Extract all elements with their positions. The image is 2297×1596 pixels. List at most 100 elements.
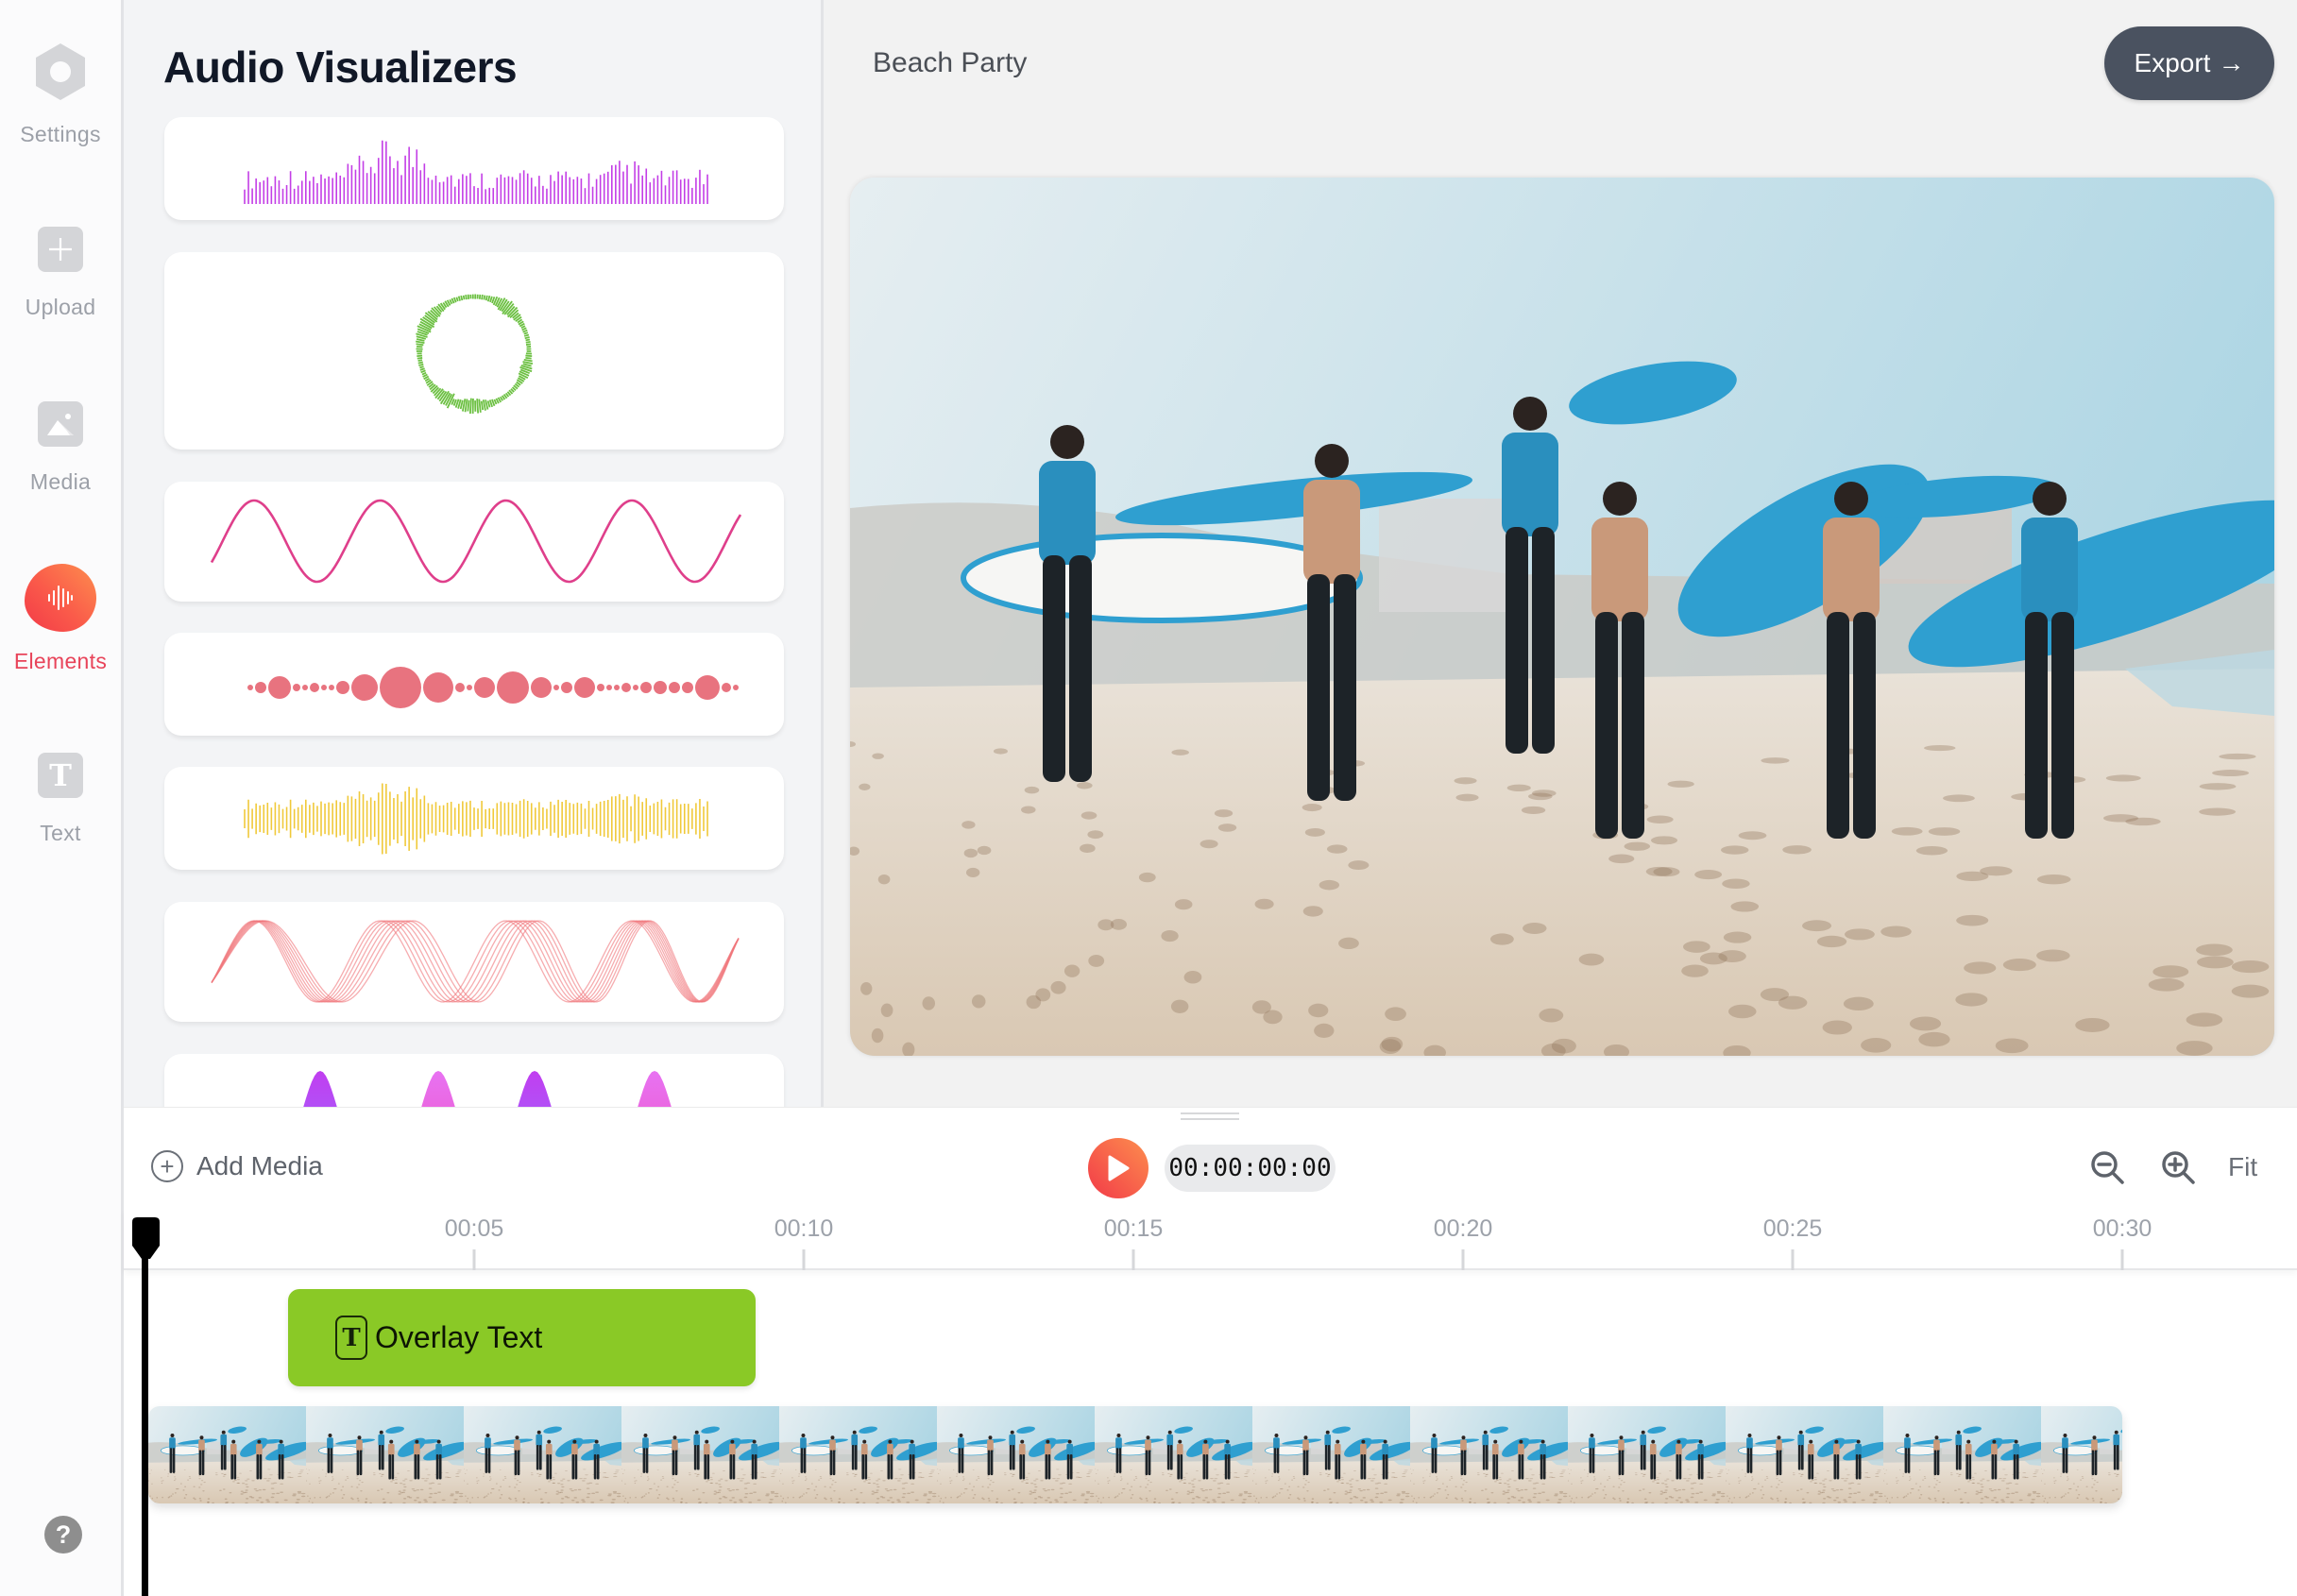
footprint bbox=[2049, 1497, 2050, 1499]
footprint bbox=[853, 1488, 857, 1490]
footprint bbox=[1253, 1473, 1255, 1474]
footprint bbox=[2036, 874, 2071, 885]
footprint bbox=[1268, 1469, 1270, 1470]
clip-frame bbox=[1883, 1406, 2041, 1503]
footprint bbox=[1993, 1489, 1998, 1491]
person-leg bbox=[435, 1453, 439, 1480]
footprint bbox=[902, 1492, 907, 1495]
footprint bbox=[365, 1498, 368, 1500]
footprint bbox=[1715, 1498, 1720, 1501]
surfboard bbox=[317, 1445, 364, 1456]
footprint bbox=[2056, 1469, 2059, 1470]
footprint bbox=[595, 1483, 600, 1485]
nav-item-settings[interactable]: Settings bbox=[0, 42, 121, 147]
pulse-dot bbox=[606, 685, 612, 690]
footprint bbox=[624, 1497, 627, 1500]
footprint bbox=[560, 1484, 564, 1486]
footprint bbox=[988, 1500, 991, 1502]
help-icon[interactable]: ? bbox=[44, 1516, 82, 1554]
building bbox=[1379, 499, 1521, 612]
footprint bbox=[1281, 1487, 1284, 1490]
video-clip[interactable] bbox=[148, 1406, 2122, 1503]
footprint bbox=[1243, 1490, 1249, 1493]
footprint bbox=[886, 1489, 890, 1492]
playhead[interactable] bbox=[142, 1228, 148, 1596]
nav-item-text[interactable]: T Text bbox=[0, 753, 121, 846]
footprint bbox=[1551, 1038, 1576, 1054]
footprint bbox=[961, 821, 976, 829]
person-head bbox=[389, 1439, 394, 1444]
footprint bbox=[1340, 1482, 1344, 1484]
playhead-handle[interactable] bbox=[132, 1217, 160, 1263]
footprint bbox=[1251, 1000, 1271, 1014]
visualizer-card-mirrored-bars[interactable] bbox=[164, 767, 784, 870]
footprint bbox=[1293, 1477, 1296, 1479]
visualizer-card-dot-pulse[interactable] bbox=[164, 633, 784, 736]
footprint bbox=[709, 1476, 713, 1478]
footprint bbox=[1979, 1491, 1983, 1494]
footprint bbox=[1033, 1484, 1037, 1486]
zoom-out-button[interactable] bbox=[2089, 1149, 2127, 1187]
export-button[interactable]: Export → bbox=[2104, 26, 2274, 100]
footprint bbox=[2053, 1482, 2056, 1485]
footprint bbox=[1924, 1477, 1927, 1479]
footprint bbox=[977, 1476, 979, 1478]
overlay-text-clip[interactable]: T Overlay Text bbox=[288, 1289, 756, 1386]
person-head bbox=[1834, 482, 1868, 516]
person-leg bbox=[2116, 1444, 2119, 1470]
footprint bbox=[1533, 1492, 1538, 1495]
footprint bbox=[926, 1502, 930, 1503]
resize-handle[interactable] bbox=[1181, 1112, 1239, 1120]
radial-bar bbox=[489, 296, 493, 303]
zoom-in-button[interactable] bbox=[2160, 1149, 2198, 1187]
footprint bbox=[1465, 1482, 1468, 1484]
footprint bbox=[2060, 1473, 2063, 1475]
project-title[interactable]: Beach Party bbox=[873, 47, 1027, 79]
visualizer-card-sine-line[interactable] bbox=[164, 482, 784, 602]
footprint bbox=[852, 1473, 855, 1474]
sine-line-preview bbox=[210, 499, 742, 584]
person-head bbox=[221, 1430, 226, 1435]
footprint bbox=[575, 1501, 580, 1503]
footprint bbox=[1391, 1472, 1396, 1473]
fit-button[interactable]: Fit bbox=[2228, 1152, 2257, 1182]
footprint bbox=[634, 1480, 636, 1482]
footprint bbox=[1432, 1495, 1435, 1497]
footprint bbox=[1080, 843, 1096, 853]
person-head bbox=[910, 1439, 914, 1444]
footprint bbox=[1449, 1479, 1452, 1481]
footprint bbox=[1183, 1482, 1186, 1484]
footprint bbox=[586, 1487, 590, 1489]
footprint bbox=[2043, 1469, 2045, 1471]
person-leg bbox=[1855, 1453, 1859, 1480]
visualizer-card-layered-sine[interactable] bbox=[164, 902, 784, 1022]
footprint bbox=[1188, 1483, 1192, 1485]
footprint bbox=[1757, 1483, 1760, 1485]
visualizer-card-circular-wave[interactable] bbox=[164, 252, 784, 450]
footprint bbox=[894, 1478, 898, 1480]
footprint bbox=[373, 1474, 376, 1476]
add-media-button[interactable]: + Add Media bbox=[151, 1150, 323, 1182]
video-preview[interactable] bbox=[850, 178, 2274, 1056]
footprint bbox=[1469, 1498, 1472, 1500]
footprint bbox=[1059, 1496, 1063, 1499]
footprint bbox=[1686, 1501, 1690, 1503]
footprint bbox=[476, 1477, 478, 1479]
footprint bbox=[2148, 977, 2185, 992]
footprint bbox=[2117, 1498, 2120, 1501]
footprint bbox=[791, 1477, 793, 1479]
person-torso bbox=[1776, 1439, 1782, 1452]
nav-item-elements[interactable]: Elements bbox=[0, 564, 121, 674]
visualizer-card-bar-spectrum[interactable] bbox=[164, 117, 784, 220]
radial-bar bbox=[523, 333, 530, 337]
nav-item-media[interactable]: Media bbox=[0, 401, 121, 495]
footprint bbox=[720, 1478, 723, 1480]
visualizer-card-gradient-hills[interactable] bbox=[164, 1054, 784, 1107]
nav-item-upload[interactable]: Upload bbox=[0, 227, 121, 320]
footprint bbox=[1716, 1492, 1722, 1494]
footprint bbox=[1083, 1502, 1088, 1503]
footprint bbox=[151, 1497, 154, 1500]
footprint bbox=[1107, 1480, 1109, 1482]
footprint bbox=[1396, 1494, 1401, 1497]
play-button[interactable] bbox=[1088, 1138, 1148, 1198]
